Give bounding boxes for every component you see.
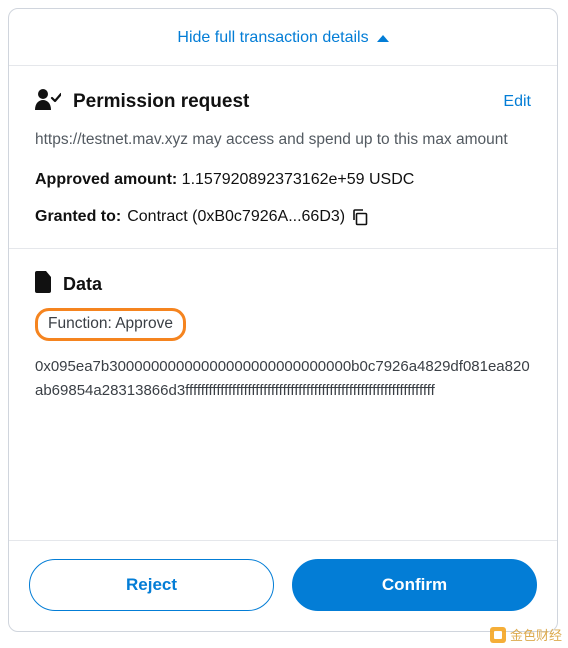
caret-up-icon	[377, 35, 389, 42]
transaction-details-card: Hide full transaction details Permission…	[8, 8, 558, 632]
approved-amount-value: 1.157920892373162e+59 USDC	[182, 171, 415, 188]
watermark-text: 金色财经	[510, 625, 562, 644]
function-label: Function: Approve	[48, 315, 173, 332]
edit-link[interactable]: Edit	[503, 93, 531, 111]
toggle-details-label: Hide full transaction details	[177, 29, 368, 47]
hex-data: 0x095ea7b30000000000000000000000000000b0…	[35, 355, 531, 402]
permission-title: Permission request	[73, 91, 249, 113]
confirm-button[interactable]: Confirm	[292, 559, 537, 611]
permission-header: Permission request Edit	[35, 88, 531, 115]
data-section: Data Function: Approve 0x095ea7b30000000…	[9, 249, 557, 422]
action-footer: Reject Confirm	[9, 540, 557, 631]
watermark: 金色财经	[490, 625, 562, 644]
reject-button[interactable]: Reject	[29, 559, 274, 611]
granted-to-label: Granted to:	[35, 206, 121, 228]
permission-section: Permission request Edit https://testnet.…	[9, 66, 557, 249]
granted-to-value: Contract (0xB0c7926A...66D3)	[127, 206, 345, 228]
reject-button-label: Reject	[126, 575, 177, 595]
data-title: Data	[63, 274, 102, 295]
permission-description: https://testnet.mav.xyz may access and s…	[35, 129, 531, 151]
copy-icon[interactable]	[351, 208, 369, 226]
user-check-icon	[35, 88, 61, 115]
toggle-details-button[interactable]: Hide full transaction details	[9, 9, 557, 66]
file-icon	[35, 271, 53, 298]
function-pill: Function: Approve	[35, 308, 186, 341]
approved-amount-row: Approved amount: 1.157920892373162e+59 U…	[35, 169, 531, 191]
data-header: Data	[35, 271, 531, 298]
granted-to-row: Granted to: Contract (0xB0c7926A...66D3)	[35, 206, 531, 228]
approved-amount-label: Approved amount:	[35, 171, 177, 188]
watermark-logo-icon	[490, 627, 506, 643]
confirm-button-label: Confirm	[382, 575, 447, 595]
